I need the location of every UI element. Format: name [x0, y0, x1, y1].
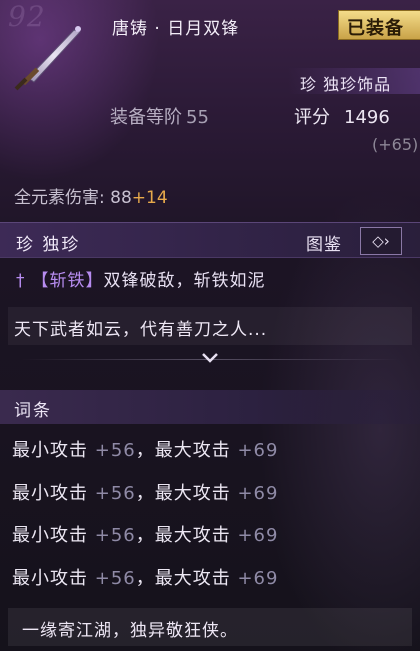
- affix-max-label: 最大攻击: [154, 483, 238, 504]
- rarity-label: 珍 独珍: [16, 235, 81, 255]
- affix-max-label: 最大攻击: [154, 525, 238, 546]
- affix-row: 最小攻击 +56，最大攻击 +69: [12, 436, 278, 462]
- rarity-bar: 珍 独珍 图鉴 ◇›: [0, 222, 420, 258]
- affix-header: 词条: [0, 390, 420, 424]
- equipped-badge: 已装备: [338, 10, 420, 40]
- item-name: 唐铸 · 日月双锋: [112, 19, 240, 39]
- affix-separator: ，: [135, 525, 155, 546]
- affix-max-value: +69: [237, 568, 279, 589]
- element-damage-label: 全元素伤害:: [14, 188, 111, 208]
- lore-text: 天下武者如云，代有善刀之人...: [8, 307, 412, 345]
- rarity-tag: 珍 独珍饰品: [288, 68, 420, 94]
- affix-min-label: 最小攻击: [12, 440, 95, 461]
- score-delta: (+65): [372, 135, 419, 154]
- affix-title: 词条: [14, 401, 52, 421]
- affix-separator: ，: [135, 568, 155, 589]
- affix-min-value: +56: [94, 483, 136, 504]
- affix-min-label: 最小攻击: [12, 568, 95, 589]
- score: 评分 1496: [294, 103, 390, 129]
- affix-max-value: +69: [237, 483, 279, 504]
- affix-min-value: +56: [94, 568, 136, 589]
- affix-separator: ，: [135, 440, 155, 461]
- element-damage: 全元素伤害: 88+14: [14, 183, 168, 208]
- affix-row: 最小攻击 +56，最大攻击 +69: [12, 479, 278, 505]
- sword-icon: [14, 26, 81, 91]
- affix-max-value: +69: [237, 440, 279, 461]
- affix-max-label: 最大攻击: [154, 568, 238, 589]
- affix-row: 最小攻击 +56，最大攻击 +69: [12, 564, 278, 590]
- affix-min-value: +56: [94, 440, 136, 461]
- affix-min-label: 最小攻击: [12, 483, 95, 504]
- affix-min-value: +56: [94, 525, 136, 546]
- affix-separator: ，: [135, 483, 155, 504]
- passive-tag: 【斩铁】: [31, 271, 104, 291]
- equip-level-value: 55: [186, 107, 209, 128]
- equip-level: 装备等阶 55: [110, 103, 209, 129]
- footer-motto: 一缘寄江湖，独异敬狂侠。: [8, 608, 412, 646]
- chevron-down-icon[interactable]: [196, 350, 224, 368]
- affix-max-value: +69: [237, 525, 279, 546]
- score-value: 1496: [344, 107, 390, 128]
- score-label: 评分: [294, 107, 330, 128]
- affix-row: 最小攻击 +56，最大攻击 +69: [12, 521, 278, 547]
- dagger-icon: †: [16, 271, 26, 291]
- equip-level-label: 装备等阶: [110, 107, 182, 128]
- affix-min-label: 最小攻击: [12, 525, 95, 546]
- affix-max-label: 最大攻击: [154, 440, 238, 461]
- item-header: 92 唐铸 · 日月双锋 已装备 珍 独珍饰品 装备等阶 55 评分 1496 (+…: [0, 0, 420, 180]
- codex-button[interactable]: ◇›: [360, 227, 402, 255]
- codex-label[interactable]: 图鉴: [306, 230, 342, 255]
- arrow-right-icon: ◇›: [372, 232, 390, 250]
- element-damage-value: 88: [110, 188, 132, 208]
- passive-skill: † 【斩铁】双锋破敌，斩铁如泥: [16, 266, 266, 291]
- element-damage-bonus: +14: [131, 188, 168, 208]
- passive-text: 双锋破敌，斩铁如泥: [103, 271, 266, 291]
